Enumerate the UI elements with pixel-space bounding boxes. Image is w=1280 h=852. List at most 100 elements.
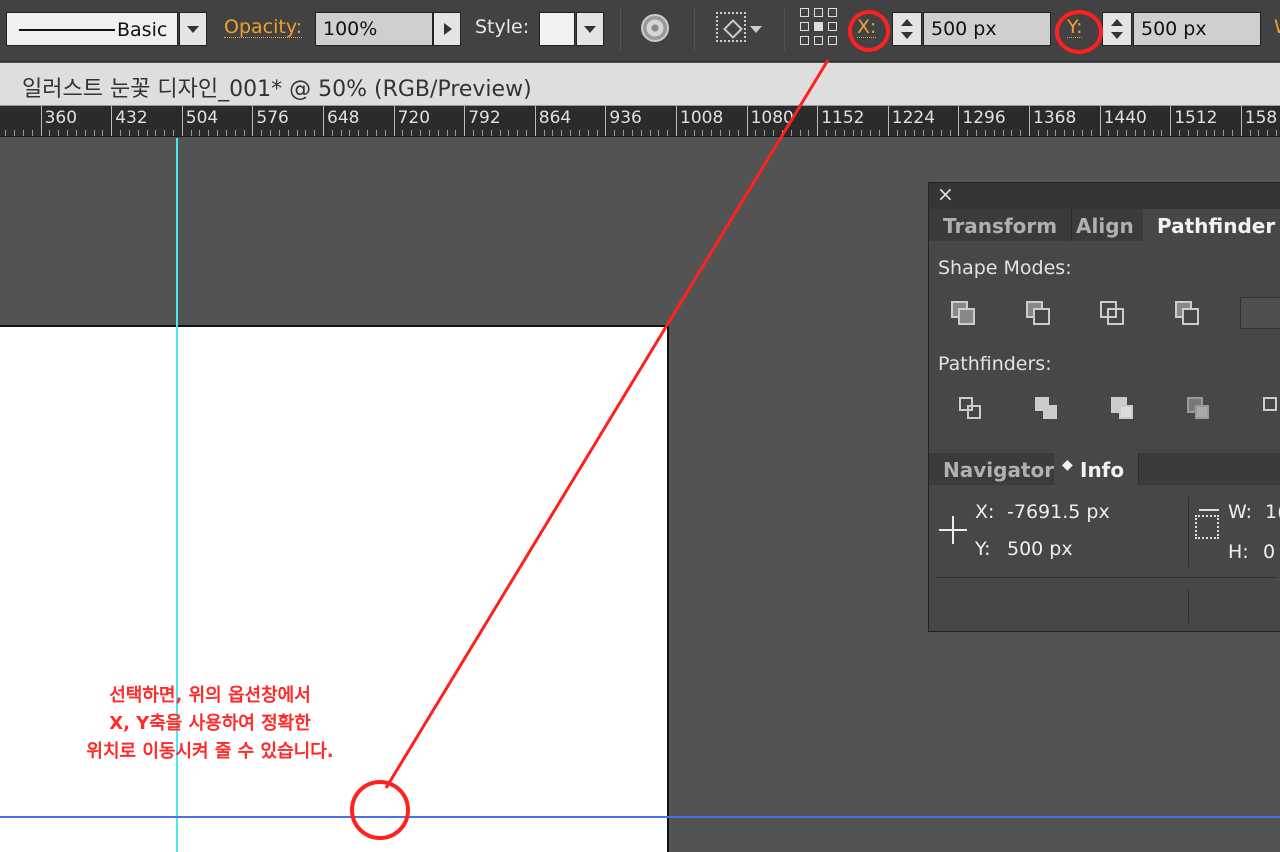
ruler-tick-label: 1008: [680, 108, 724, 128]
tab-pathfinder[interactable]: Pathfinder: [1143, 209, 1280, 241]
divider: [937, 577, 1277, 578]
ruler-minor-tick: [490, 130, 492, 136]
divide-icon[interactable]: [959, 397, 985, 423]
ruler-tick-line: [1240, 106, 1242, 136]
ruler-minor-tick: [843, 130, 845, 136]
ruler-minor-tick: [270, 130, 272, 136]
horizontal-guide[interactable]: [0, 816, 1280, 818]
ruler-minor-tick: [896, 130, 898, 136]
ruler-minor-tick: [455, 130, 457, 136]
ruler-minor-tick: [296, 130, 298, 136]
ruler-minor-tick: [976, 130, 978, 136]
info-h-label: H:: [1228, 541, 1249, 563]
pathfinder-panel: × Transform Align Pathfinder Shape Modes…: [928, 182, 1280, 632]
panel-header[interactable]: ×: [929, 182, 1280, 209]
trim-icon[interactable]: [1035, 397, 1061, 423]
crosshair-icon: [952, 516, 954, 544]
info-w-value: 1(: [1265, 501, 1280, 523]
divider: [1188, 497, 1189, 567]
style-dropdown-button[interactable]: [576, 12, 604, 46]
chevron-down-icon[interactable]: [750, 26, 762, 33]
outline-icon[interactable]: [1263, 397, 1280, 423]
highlight-circle-y: [1055, 10, 1103, 54]
tab-info[interactable]: ◆ Info: [1054, 453, 1140, 485]
ruler-minor-tick: [587, 130, 589, 136]
ruler-minor-tick: [1073, 130, 1075, 136]
y-position-input[interactable]: 500 px: [1133, 12, 1261, 46]
arrow-down-icon[interactable]: [1111, 32, 1123, 39]
info-y-label: Y:: [975, 538, 991, 560]
merge-icon[interactable]: [1111, 397, 1137, 423]
stroke-dropdown-button[interactable]: [179, 12, 207, 46]
ruler-minor-tick: [437, 130, 439, 136]
ruler-minor-tick: [940, 130, 942, 136]
ruler-tick-label: 648: [327, 108, 360, 128]
ruler-minor-tick: [287, 130, 289, 136]
document-title: 일러스트 눈꽃 디자인_001* @ 50% (RGB/Preview): [22, 77, 532, 102]
ruler-minor-tick: [1081, 130, 1083, 136]
exclude-icon[interactable]: [1175, 301, 1201, 327]
tab-navigator[interactable]: Navigator: [929, 453, 1070, 485]
ruler-minor-tick: [1161, 130, 1163, 136]
document-tab[interactable]: 일러스트 눈꽃 디자인_001* @ 50% (RGB/Preview): [0, 63, 1280, 106]
ruler-minor-tick: [914, 130, 916, 136]
ruler-minor-tick: [737, 130, 739, 136]
ruler-minor-tick: [199, 130, 201, 136]
ruler-tick-label: 1512: [1174, 108, 1218, 128]
close-icon[interactable]: ×: [937, 182, 954, 206]
ruler-minor-tick: [905, 130, 907, 136]
minus-front-icon[interactable]: [1026, 301, 1052, 327]
tab-align[interactable]: Align: [1062, 209, 1149, 241]
tab-info-label: Info: [1080, 458, 1125, 482]
ruler-minor-tick: [949, 130, 951, 136]
x-stepper[interactable]: [892, 12, 922, 46]
transform-options-icon[interactable]: [716, 12, 746, 42]
ruler-minor-tick: [702, 130, 704, 136]
ruler-minor-tick: [870, 130, 872, 136]
ruler-minor-tick: [561, 130, 563, 136]
intersect-icon[interactable]: [1100, 301, 1126, 327]
opacity-input[interactable]: 100%: [315, 12, 433, 46]
recolor-artwork-icon[interactable]: [641, 14, 669, 42]
tab-transform[interactable]: Transform: [929, 209, 1073, 241]
arrow-up-icon[interactable]: [1111, 19, 1123, 26]
ruler-minor-tick: [420, 130, 422, 136]
horizontal-ruler[interactable]: 8360432504576648720792864936100810801152…: [0, 106, 1280, 137]
ruler-minor-tick: [358, 130, 360, 136]
ruler-minor-tick: [1187, 130, 1189, 136]
ruler-minor-tick: [1064, 130, 1066, 136]
ruler-tick-line: [1029, 106, 1030, 136]
ruler-tick-label: 504: [185, 108, 219, 128]
ruler-minor-tick: [578, 130, 580, 136]
ruler-minor-tick: [693, 130, 695, 136]
ruler-minor-tick: [1134, 130, 1136, 136]
opacity-slider-button[interactable]: [433, 12, 461, 46]
ruler-minor-tick: [543, 130, 545, 136]
unite-icon[interactable]: [951, 301, 977, 327]
crop-icon[interactable]: [1187, 397, 1213, 423]
ruler-minor-tick: [649, 130, 651, 136]
y-stepper[interactable]: [1102, 12, 1132, 46]
ruler-minor-tick: [367, 130, 369, 136]
ruler-minor-tick: [826, 130, 828, 136]
ruler-minor-tick: [349, 130, 351, 136]
stroke-style-label: Basic: [117, 19, 168, 41]
ruler-minor-tick: [1249, 130, 1251, 136]
graphic-style-swatch[interactable]: [539, 12, 575, 46]
opacity-label[interactable]: Opacity:: [224, 17, 303, 38]
ruler-tick-label: 864: [538, 108, 572, 128]
divider: [784, 8, 785, 50]
ruler-minor-tick: [190, 130, 192, 136]
updown-arrows-icon: ◆: [1062, 457, 1073, 473]
ruler-minor-tick: [481, 130, 483, 136]
ruler-minor-tick: [799, 130, 801, 136]
ruler-minor-tick: [517, 130, 519, 136]
ruler-tick-label: 360: [44, 108, 78, 128]
arrow-up-icon[interactable]: [901, 19, 913, 26]
stroke-style-field[interactable]: Basic: [6, 12, 178, 46]
expand-button[interactable]: [1240, 297, 1280, 329]
reference-point-icon[interactable]: [800, 8, 838, 46]
artboard[interactable]: [0, 325, 669, 852]
arrow-down-icon[interactable]: [901, 32, 913, 39]
x-position-input[interactable]: 500 px: [923, 12, 1051, 46]
